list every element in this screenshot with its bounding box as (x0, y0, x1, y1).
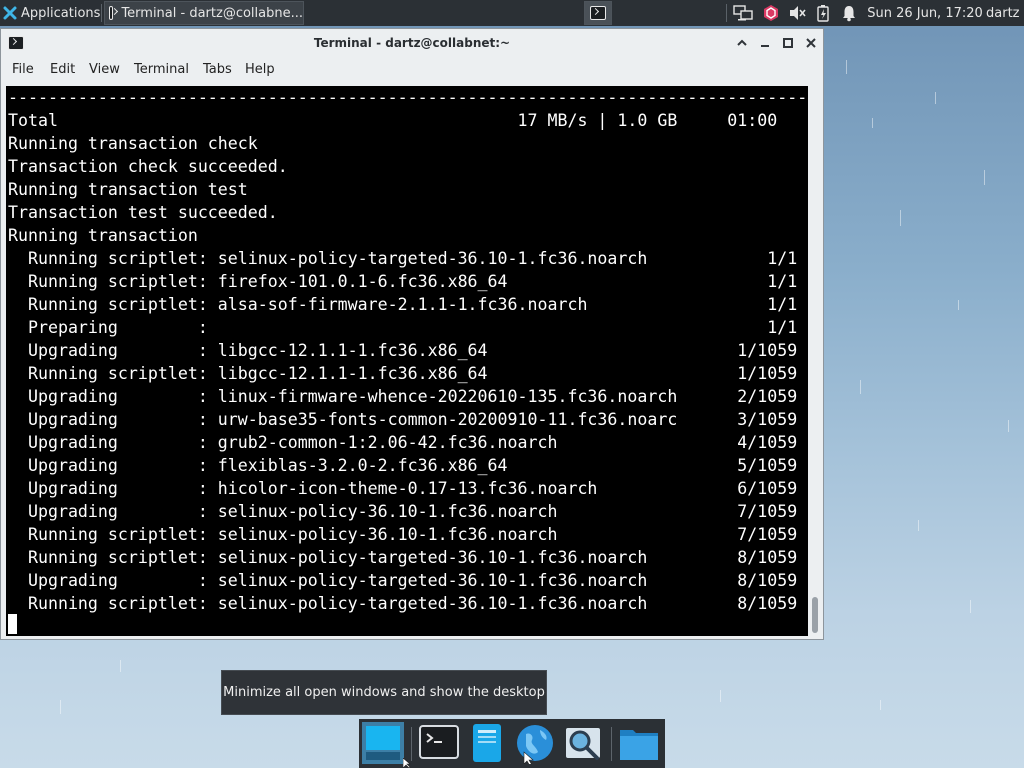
menu-help[interactable]: Help (245, 62, 275, 77)
user-menu[interactable]: dartz (986, 0, 1024, 26)
mail-icon (473, 724, 501, 762)
menu-edit[interactable]: Edit (50, 62, 75, 77)
terminal-line: Running scriptlet: selinux-policy-target… (8, 249, 798, 268)
panel-separator (101, 4, 102, 22)
user-name: dartz (986, 5, 1020, 21)
clock[interactable]: Sun 26 Jun, 17:20 (866, 0, 984, 26)
terminal-line: Transaction test succeeded. (8, 203, 278, 222)
rain-streak (120, 660, 121, 672)
panel-separator (726, 4, 727, 22)
terminal-scrollbar[interactable] (810, 86, 821, 636)
rain-streak (984, 170, 985, 185)
dock-app-finder-button[interactable] (562, 722, 604, 764)
rain-streak (880, 700, 881, 710)
rain-streak (935, 92, 936, 104)
package-updater-icon[interactable] (760, 0, 782, 26)
menubar: File Edit View Terminal Tabs Help (1, 57, 823, 83)
rain-streak (918, 520, 919, 531)
terminal-window: Terminal - dartz@collabnet:~ File Edit V… (0, 28, 824, 640)
menu-terminal[interactable]: Terminal (134, 62, 189, 77)
network-icon[interactable] (732, 0, 754, 26)
rain-streak (872, 118, 873, 128)
terminal-line: Running scriptlet: libgcc-12.1.1-1.fc36.… (8, 364, 798, 383)
rain-streak (60, 700, 61, 714)
app-finder-icon (566, 728, 600, 760)
dock-separator (411, 727, 412, 761)
terminal-line: Total 17 MB/s | 1.0 GB 01:00 (8, 111, 778, 130)
terminal-line: Running scriptlet: selinux-policy-target… (8, 548, 798, 567)
clock-text: Sun 26 Jun, 17:20 (867, 5, 983, 21)
applications-label: Applications (21, 5, 101, 21)
terminal-output[interactable]: ----------------------------------------… (6, 86, 808, 636)
terminal-icon (109, 6, 114, 20)
terminal-line: Upgrading : selinux-policy-targeted-36.1… (8, 571, 798, 590)
web-browser-icon (517, 725, 553, 767)
terminal-line: Upgrading : libgcc-12.1.1-1.fc36.x86_64 … (8, 341, 798, 360)
notifications-bell-icon[interactable] (838, 0, 860, 26)
show-desktop-icon (362, 722, 404, 764)
terminal-line: Upgrading : linux-firmware-whence-202206… (8, 387, 798, 406)
battery-icon[interactable] (812, 0, 834, 26)
terminal-line: Running transaction check (8, 134, 258, 153)
tooltip-text: Minimize all open windows and show the d… (223, 685, 545, 700)
terminal-line: Upgrading : flexiblas-3.2.0-2.fc36.x86_6… (8, 456, 798, 475)
terminal-line: Running scriptlet: selinux-policy-target… (8, 594, 798, 613)
maximize-button[interactable] (779, 34, 797, 52)
workspace-terminal-icon (590, 6, 606, 20)
dock-file-manager-button[interactable] (618, 722, 660, 764)
terminal-cursor (8, 614, 17, 634)
taskbar-terminal-label: Terminal - dartz@collabne... (121, 5, 303, 21)
scrollbar-thumb[interactable] (812, 597, 818, 633)
terminal-line: Running scriptlet: selinux-policy-36.10-… (8, 525, 798, 544)
terminal-line: Running transaction test (8, 180, 248, 199)
menu-tabs[interactable]: Tabs (203, 62, 232, 77)
terminal-line: Transaction check succeeded. (8, 157, 288, 176)
terminal-line: Upgrading : selinux-policy-36.10-1.fc36.… (8, 502, 798, 521)
workspace-switcher[interactable] (584, 1, 612, 25)
rain-streak (720, 690, 721, 702)
menu-file[interactable]: File (12, 62, 34, 77)
maximize-up-button[interactable] (733, 34, 751, 52)
dock-terminal-button[interactable] (418, 722, 460, 764)
xfce-logo-icon (3, 6, 17, 20)
show-desktop-tooltip: Minimize all open windows and show the d… (221, 670, 547, 715)
dock-mail-button[interactable] (466, 722, 508, 764)
terminal-line: Running scriptlet: alsa-sof-firmware-2.1… (8, 295, 798, 314)
terminal-line: Running scriptlet: firefox-101.0.1-6.fc3… (8, 272, 798, 291)
show-desktop-button[interactable] (362, 722, 404, 764)
window-title: Terminal - dartz@collabnet:~ (313, 36, 511, 50)
rain-streak (900, 210, 901, 226)
volume-muted-icon[interactable] (786, 0, 808, 26)
rain-streak (860, 380, 861, 394)
rain-streak (970, 600, 971, 613)
mouse-pointer-icon (403, 758, 411, 768)
dock-browser-button[interactable] (514, 722, 556, 767)
minimize-button[interactable] (756, 34, 774, 52)
terminal-line: Upgrading : hicolor-icon-theme-0.17-13.f… (8, 479, 798, 498)
rain-streak (1008, 420, 1009, 432)
terminal-line: Upgrading : grub2-common-1:2.06-42.fc36.… (8, 433, 798, 452)
rain-streak (846, 60, 847, 74)
dock-terminal-icon (419, 725, 459, 759)
taskbar-terminal-button[interactable]: Terminal - dartz@collabne... (104, 1, 304, 25)
terminal-line: Running transaction (8, 226, 198, 245)
rain-streak (958, 300, 959, 310)
menu-view[interactable]: View (89, 62, 120, 77)
window-titlebar[interactable]: Terminal - dartz@collabnet:~ (1, 29, 823, 57)
folder-icon (620, 730, 658, 760)
dock-separator (611, 727, 612, 761)
close-button[interactable] (802, 34, 820, 52)
top-panel: Applications Terminal - dartz@collabne..… (0, 0, 1024, 26)
applications-menu-button[interactable]: Applications (0, 0, 102, 26)
terminal-line: ----------------------------------------… (8, 88, 808, 107)
terminal-line: Preparing : 1/1 (8, 318, 798, 337)
terminal-line: Upgrading : urw-base35-fonts-common-2020… (8, 410, 798, 429)
